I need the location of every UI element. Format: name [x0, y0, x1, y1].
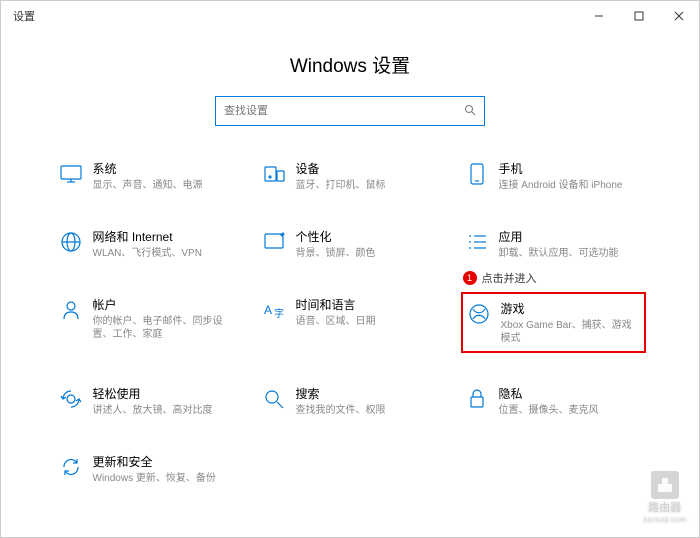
privacy-icon [465, 387, 489, 411]
gaming-icon [467, 302, 491, 326]
tile-time-language[interactable]: A字 时间和语言 语音、区域、日期 [258, 292, 443, 353]
tile-sub: 显示、声音、通知、电源 [93, 179, 236, 192]
tile-sub: 查找我的文件、权限 [296, 404, 439, 417]
window-controls [579, 1, 699, 31]
watermark-icon [651, 471, 679, 499]
tile-devices[interactable]: 设备 蓝牙、打印机、鼠标 [258, 156, 443, 196]
tile-title: 网络和 Internet [93, 228, 236, 245]
accounts-icon [59, 298, 83, 322]
page-title: Windows 设置 [1, 51, 699, 78]
tile-accounts[interactable]: 帐户 你的帐户、电子邮件、同步设置、工作、家庭 [55, 292, 240, 353]
system-icon [59, 162, 83, 186]
tile-ease-of-access[interactable]: 轻松使用 讲述人、放大镜、高对比度 [55, 381, 240, 421]
network-icon [59, 230, 83, 254]
titlebar: 设置 [1, 1, 699, 31]
search-container [1, 96, 699, 126]
tile-title: 隐私 [499, 385, 642, 402]
tile-sub: 你的帐户、电子邮件、同步设置、工作、家庭 [93, 315, 236, 341]
tile-sub: 蓝牙、打印机、鼠标 [296, 179, 439, 192]
ease-icon [59, 387, 83, 411]
tile-title: 个性化 [296, 228, 439, 245]
tile-sub: 位置、摄像头、麦克风 [499, 404, 642, 417]
maximize-button[interactable] [619, 1, 659, 31]
tile-phone[interactable]: 手机 连接 Android 设备和 iPhone [461, 156, 646, 196]
search-tile-icon [262, 387, 286, 411]
svg-text:字: 字 [274, 307, 284, 320]
tile-sub: 卸载、默认应用、可选功能 [499, 247, 642, 260]
svg-text:A: A [264, 303, 272, 317]
tile-title: 时间和语言 [296, 296, 439, 313]
tile-search[interactable]: 搜索 查找我的文件、权限 [258, 381, 443, 421]
time-language-icon: A字 [262, 298, 286, 322]
tile-title: 应用 [499, 228, 642, 245]
devices-icon [262, 162, 286, 186]
tile-title: 游戏 [501, 300, 640, 317]
tile-personalization[interactable]: 个性化 背景、锁屏、颜色 [258, 224, 443, 264]
settings-grid: 系统 显示、声音、通知、电源 设备 蓝牙、打印机、鼠标 手机 连接 Androi… [1, 156, 699, 489]
watermark-sub: luyouqi.com [643, 515, 686, 524]
tile-network[interactable]: 网络和 Internet WLAN、飞行模式、VPN [55, 224, 240, 264]
tile-sub: WLAN、飞行模式、VPN [93, 247, 236, 260]
phone-icon [465, 162, 489, 186]
annotation: 1 点击并进入 [463, 270, 537, 286]
tile-sub: Xbox Game Bar、捕获、游戏模式 [501, 319, 640, 345]
watermark-text: 路由器 [648, 499, 681, 515]
tile-system[interactable]: 系统 显示、声音、通知、电源 [55, 156, 240, 196]
tile-update-security[interactable]: 更新和安全 Windows 更新、恢复、备份 [55, 449, 240, 489]
search-input[interactable] [224, 105, 464, 117]
annotation-badge: 1 [463, 271, 477, 285]
tile-apps[interactable]: 应用 卸载、默认应用、可选功能 [461, 224, 646, 264]
tile-gaming[interactable]: 1 点击并进入 游戏 Xbox Game Bar、捕获、游戏模式 [461, 292, 646, 353]
tile-sub: 连接 Android 设备和 iPhone [499, 179, 642, 192]
close-button[interactable] [659, 1, 699, 31]
tile-privacy[interactable]: 隐私 位置、摄像头、麦克风 [461, 381, 646, 421]
personalization-icon [262, 230, 286, 254]
tile-sub: 背景、锁屏、颜色 [296, 247, 439, 260]
search-icon [464, 104, 476, 119]
tile-title: 搜索 [296, 385, 439, 402]
minimize-button[interactable] [579, 1, 619, 31]
tile-title: 设备 [296, 160, 439, 177]
tile-sub: Windows 更新、恢复、备份 [93, 472, 236, 485]
update-icon [59, 455, 83, 479]
window-title: 设置 [13, 8, 579, 24]
tile-sub: 语音、区域、日期 [296, 315, 439, 328]
apps-icon [465, 230, 489, 254]
tile-sub: 讲述人、放大镜、高对比度 [93, 404, 236, 417]
annotation-text: 点击并进入 [482, 270, 537, 286]
tile-title: 手机 [499, 160, 642, 177]
tile-title: 帐户 [93, 296, 236, 313]
search-box[interactable] [215, 96, 485, 126]
tile-title: 系统 [93, 160, 236, 177]
tile-title: 轻松使用 [93, 385, 236, 402]
tile-title: 更新和安全 [93, 453, 236, 470]
watermark: 路由器 luyouqi.com [643, 471, 686, 524]
